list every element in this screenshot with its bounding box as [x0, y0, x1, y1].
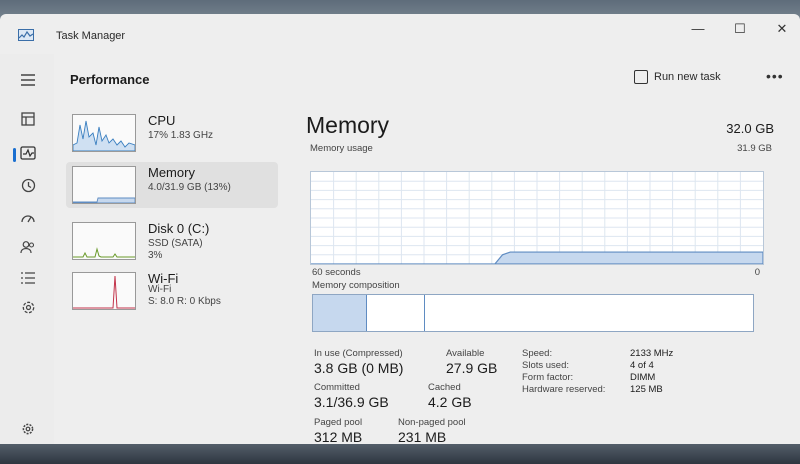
run-new-task-button[interactable]: Run new task — [634, 70, 721, 88]
selected-indicator — [13, 148, 16, 162]
navigation-rail — [0, 54, 54, 444]
slots-used-value: 4 of 4 — [630, 360, 654, 371]
cpu-thumbnail-graph — [72, 114, 136, 152]
perf-item-wifi-throughput: S: 8.0 R: 0 Kbps — [148, 296, 221, 307]
memory-thumbnail-graph — [72, 166, 136, 204]
perf-item-memory-name: Memory — [148, 165, 195, 180]
perf-item-wifi-adapter: Wi-Fi — [148, 284, 172, 295]
minimize-button[interactable]: — — [686, 20, 710, 38]
gear-icon[interactable] — [18, 422, 38, 440]
perf-item-disk-type: SSD (SATA) — [148, 238, 203, 249]
form-factor-label: Form factor: — [522, 372, 574, 383]
services-icon[interactable] — [18, 300, 38, 318]
perf-item-disk-name: Disk 0 (C:) — [148, 221, 210, 236]
perf-item-memory[interactable]: Memory 4.0/31.9 GB (13%) — [66, 162, 278, 208]
speed-value: 2133 MHz — [630, 348, 674, 359]
available-label: Available — [446, 348, 485, 359]
processes-icon[interactable] — [18, 112, 38, 130]
hardware-reserved-value: 125 MB — [630, 384, 663, 395]
graph-time-end-label: 0 — [754, 267, 760, 278]
slots-used-label: Slots used: — [522, 360, 569, 371]
memory-composition-bar — [312, 294, 754, 332]
perf-item-wifi[interactable]: Wi-Fi Wi-Fi S: 8.0 R: 0 Kbps — [66, 268, 278, 314]
committed-value: 3.1/36.9 GB — [314, 394, 389, 410]
startup-apps-icon[interactable] — [18, 210, 38, 228]
details-icon[interactable] — [18, 270, 38, 288]
paged-pool-value: 312 MB — [314, 429, 363, 444]
cached-value: 4.2 GB — [428, 394, 472, 410]
users-icon[interactable] — [18, 240, 38, 258]
composition-modified-segment — [367, 295, 425, 331]
non-paged-pool-value: 231 MB — [398, 429, 447, 444]
hardware-reserved-label: Hardware reserved: — [522, 384, 606, 395]
perf-item-cpu-sub: 17% 1.83 GHz — [148, 130, 214, 141]
perf-item-cpu-name: CPU — [148, 113, 176, 128]
non-paged-pool-label: Non-paged pool — [398, 417, 466, 428]
paged-pool-label: Paged pool — [314, 417, 363, 428]
more-options-button[interactable]: ••• — [766, 68, 784, 84]
form-factor-value: DIMM — [630, 372, 656, 383]
memory-usage-graph — [310, 171, 764, 265]
in-use-label: In use (Compressed) — [314, 348, 403, 359]
title-bar: Task Manager — ☐ ✕ — [0, 14, 800, 54]
graph-time-span-label: 60 seconds — [312, 267, 361, 278]
perf-item-disk[interactable]: Disk 0 (C:) SSD (SATA) 3% — [66, 218, 278, 264]
available-value: 27.9 GB — [446, 360, 498, 376]
close-button[interactable]: ✕ — [770, 20, 794, 38]
perf-item-disk-usage: 3% — [148, 250, 163, 261]
memory-usage-label: Memory usage — [310, 143, 373, 154]
disk-thumbnail-graph — [72, 222, 136, 260]
speed-label: Speed: — [522, 348, 553, 359]
committed-label: Committed — [314, 382, 360, 393]
perf-item-cpu[interactable]: CPU 17% 1.83 GHz — [66, 110, 278, 156]
window-title: Task Manager — [56, 30, 126, 42]
task-manager-app-icon — [18, 29, 34, 41]
memory-title: Memory — [306, 112, 390, 138]
wifi-thumbnail-graph — [72, 272, 136, 310]
page-title: Performance — [70, 72, 150, 87]
cached-label: Cached — [428, 382, 461, 393]
composition-in-use-segment — [313, 295, 367, 331]
performance-icon[interactable] — [18, 146, 38, 164]
app-history-icon[interactable] — [18, 178, 38, 196]
hamburger-icon[interactable] — [18, 72, 38, 90]
in-use-value: 3.8 GB (0 MB) — [314, 360, 404, 376]
memory-details-panel: Memory 32.0 GB Memory usage 31.9 GB 60 s… — [300, 110, 780, 444]
run-new-task-label: Run new task — [654, 70, 721, 83]
maximize-button[interactable]: ☐ — [728, 20, 752, 38]
memory-total: 32.0 GB — [726, 121, 774, 136]
perf-item-memory-sub: 4.0/31.9 GB (13%) — [148, 182, 231, 193]
page-header: Performance Run new task ••• — [54, 54, 800, 98]
task-manager-window: Task Manager — ☐ ✕ Performance Run new t… — [0, 14, 800, 444]
run-task-icon — [634, 70, 648, 84]
memory-composition-label: Memory composition — [312, 280, 400, 291]
memory-usage-max: 31.9 GB — [737, 143, 772, 154]
